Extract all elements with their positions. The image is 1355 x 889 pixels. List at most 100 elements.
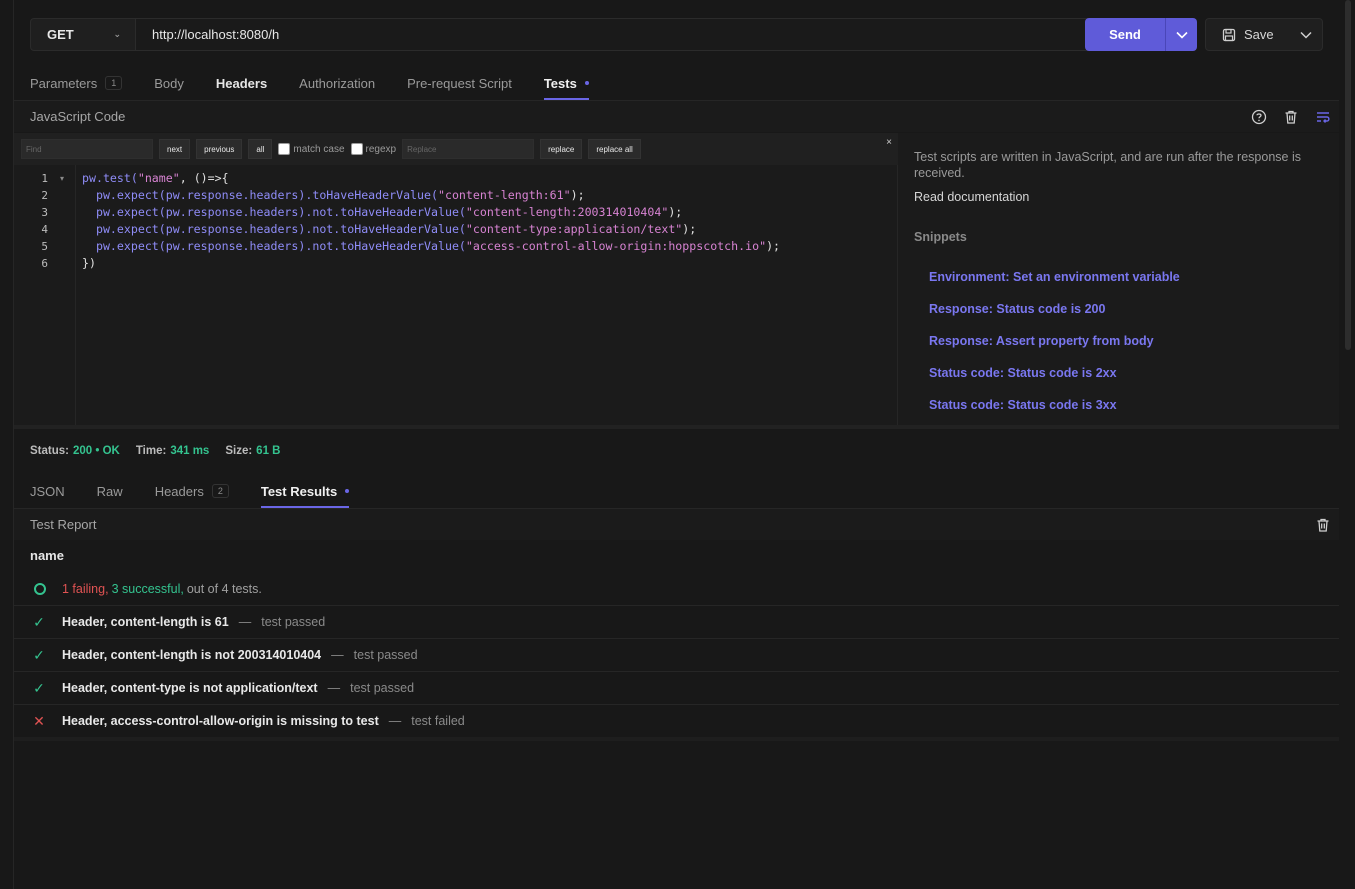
match-case-checkbox[interactable]: match case xyxy=(278,143,345,155)
tab-json[interactable]: JSON xyxy=(30,474,65,508)
code-line: pw.expect(pw.response.headers).not.toHav… xyxy=(82,221,780,238)
method-label: GET xyxy=(47,27,74,42)
section-title: Test Report xyxy=(30,517,97,532)
tab-body[interactable]: Body xyxy=(154,66,184,100)
separator: — xyxy=(327,681,341,695)
close-icon[interactable]: × xyxy=(886,137,892,148)
tab-tests[interactable]: Tests xyxy=(543,66,589,100)
left-edge xyxy=(0,0,14,889)
modified-dot-icon xyxy=(584,81,589,85)
find-all-button[interactable]: all xyxy=(248,139,273,159)
code-editor[interactable]: Find next previous all match case regexp… xyxy=(14,133,898,425)
tab-raw[interactable]: Raw xyxy=(97,474,123,508)
help-icon[interactable] xyxy=(1251,109,1267,125)
line-number: 6 xyxy=(41,257,48,270)
failing-count: 1 failing, xyxy=(62,582,109,596)
code-token: ); xyxy=(668,205,683,219)
close-icon: ✕ xyxy=(33,712,45,729)
url-input[interactable]: http://localhost:8080/h xyxy=(136,18,1090,51)
test-summary: 1 failing, 3 successful, out of 4 tests. xyxy=(14,573,1339,606)
status-value: 200 • OK xyxy=(72,445,120,457)
separator: — xyxy=(331,648,344,662)
snippet-status-3xx[interactable]: Status code: Status code is 3xx xyxy=(929,398,1117,412)
test-report-header: Test Report xyxy=(14,508,1339,540)
code-token: "name" xyxy=(137,171,180,185)
regexp-label: regexp xyxy=(365,143,397,155)
tab-label: Headers xyxy=(154,483,204,499)
test-name: Header, content-length is not 2003140104… xyxy=(62,648,322,662)
app: GET ⌄ http://localhost:8080/h Send Save … xyxy=(14,0,1339,889)
save-label: Save xyxy=(1244,27,1274,42)
tab-label: Body xyxy=(154,75,184,91)
send-options-button[interactable] xyxy=(1165,18,1197,51)
replace-all-button[interactable]: replace all xyxy=(588,139,641,159)
tab-pre-request-script[interactable]: Pre-request Script xyxy=(407,66,512,100)
snippets-heading: Snippets xyxy=(914,230,967,244)
tab-test-results[interactable]: Test Results xyxy=(260,474,350,508)
snippet-status-2xx[interactable]: Status code: Status code is 2xx xyxy=(929,366,1117,380)
find-next-button[interactable]: next xyxy=(159,139,191,159)
line-number: 4 xyxy=(41,223,48,236)
check-icon: ✓ xyxy=(33,646,45,663)
test-result-row: ✓ Header, content-length is 61 — test pa… xyxy=(14,606,1339,639)
send-label: Send xyxy=(1109,27,1141,42)
tab-response-headers[interactable]: Headers 2 xyxy=(155,474,229,508)
find-input[interactable]: Find xyxy=(21,139,153,159)
javascript-code-header: JavaScript Code xyxy=(14,100,1339,132)
checkbox-box[interactable] xyxy=(350,143,363,155)
tab-label: Tests xyxy=(543,75,577,91)
checkbox-box[interactable] xyxy=(278,143,291,155)
test-result-row: ✕ Header, access-control-allow-origin is… xyxy=(14,705,1339,738)
code-token: pw.expect(pw.response.headers).not.toHav… xyxy=(82,205,466,219)
code-line: }) xyxy=(82,255,780,272)
method-select[interactable]: GET ⌄ xyxy=(30,18,136,51)
replace-button[interactable]: replace xyxy=(540,139,583,159)
tab-authorization[interactable]: Authorization xyxy=(299,66,375,100)
request-tabs: Parameters 1 Body Headers Authorization … xyxy=(30,66,621,100)
test-name: Header, content-type is not application/… xyxy=(62,681,318,695)
tab-parameters[interactable]: Parameters 1 xyxy=(30,66,123,100)
line-wrap-icon[interactable] xyxy=(1315,109,1331,125)
parameters-count-badge: 1 xyxy=(105,76,123,90)
page-scrollbar[interactable] xyxy=(1339,0,1355,889)
test-result-row: ✓ Header, content-type is not applicatio… xyxy=(14,672,1339,705)
fold-arrow-icon[interactable]: ▾ xyxy=(60,174,64,183)
trash-icon[interactable] xyxy=(1283,109,1299,125)
snippet-status-200[interactable]: Response: Status code is 200 xyxy=(929,302,1105,316)
code-token: ); xyxy=(682,222,697,236)
scrollbar-thumb[interactable] xyxy=(1345,0,1351,350)
total-count: out of 4 tests. xyxy=(186,582,262,596)
replace-input[interactable]: Replace xyxy=(402,139,535,159)
snippet-set-env-variable[interactable]: Environment: Set an environment variable xyxy=(929,270,1180,284)
code-lines[interactable]: pw.test("name", ()=>{ pw.expect(pw.respo… xyxy=(82,165,780,272)
tab-headers[interactable]: Headers xyxy=(216,66,267,100)
pane-resize-handle[interactable] xyxy=(14,425,1339,429)
code-token: }) xyxy=(82,256,96,270)
section-title: JavaScript Code xyxy=(30,109,126,124)
tests-description: Test scripts are written in JavaScript, … xyxy=(914,150,1301,180)
code-token: "content-type:application/text" xyxy=(465,222,683,236)
line-number: 3 xyxy=(41,206,48,219)
snippet-assert-property[interactable]: Response: Assert property from body xyxy=(929,334,1154,348)
check-icon: ✓ xyxy=(33,679,45,696)
tab-label: Test Results xyxy=(260,483,338,499)
save-button[interactable]: Save xyxy=(1205,18,1323,51)
test-status: test passed xyxy=(350,681,415,695)
chevron-down-icon: ⌄ xyxy=(113,29,121,39)
editor-toolbar xyxy=(1251,101,1331,133)
find-previous-button[interactable]: previous xyxy=(196,139,243,159)
line-number: 5 xyxy=(41,240,48,253)
tab-label: Headers xyxy=(215,75,268,91)
test-status: test passed xyxy=(353,648,418,662)
time-label: Time: xyxy=(135,445,167,457)
test-result-row: ✓ Header, content-length is not 20031401… xyxy=(14,639,1339,672)
regexp-checkbox[interactable]: regexp xyxy=(350,143,397,155)
tab-label: Pre-request Script xyxy=(407,75,512,91)
tests-sidebar: Test scripts are written in JavaScript, … xyxy=(898,133,1339,425)
line-number: 1 xyxy=(41,172,48,185)
trash-icon[interactable] xyxy=(1315,517,1331,533)
test-status: test failed xyxy=(411,714,465,728)
send-button[interactable]: Send xyxy=(1085,18,1197,51)
read-documentation-link[interactable]: Read documentation xyxy=(914,189,1029,205)
modified-dot-icon xyxy=(345,489,350,493)
